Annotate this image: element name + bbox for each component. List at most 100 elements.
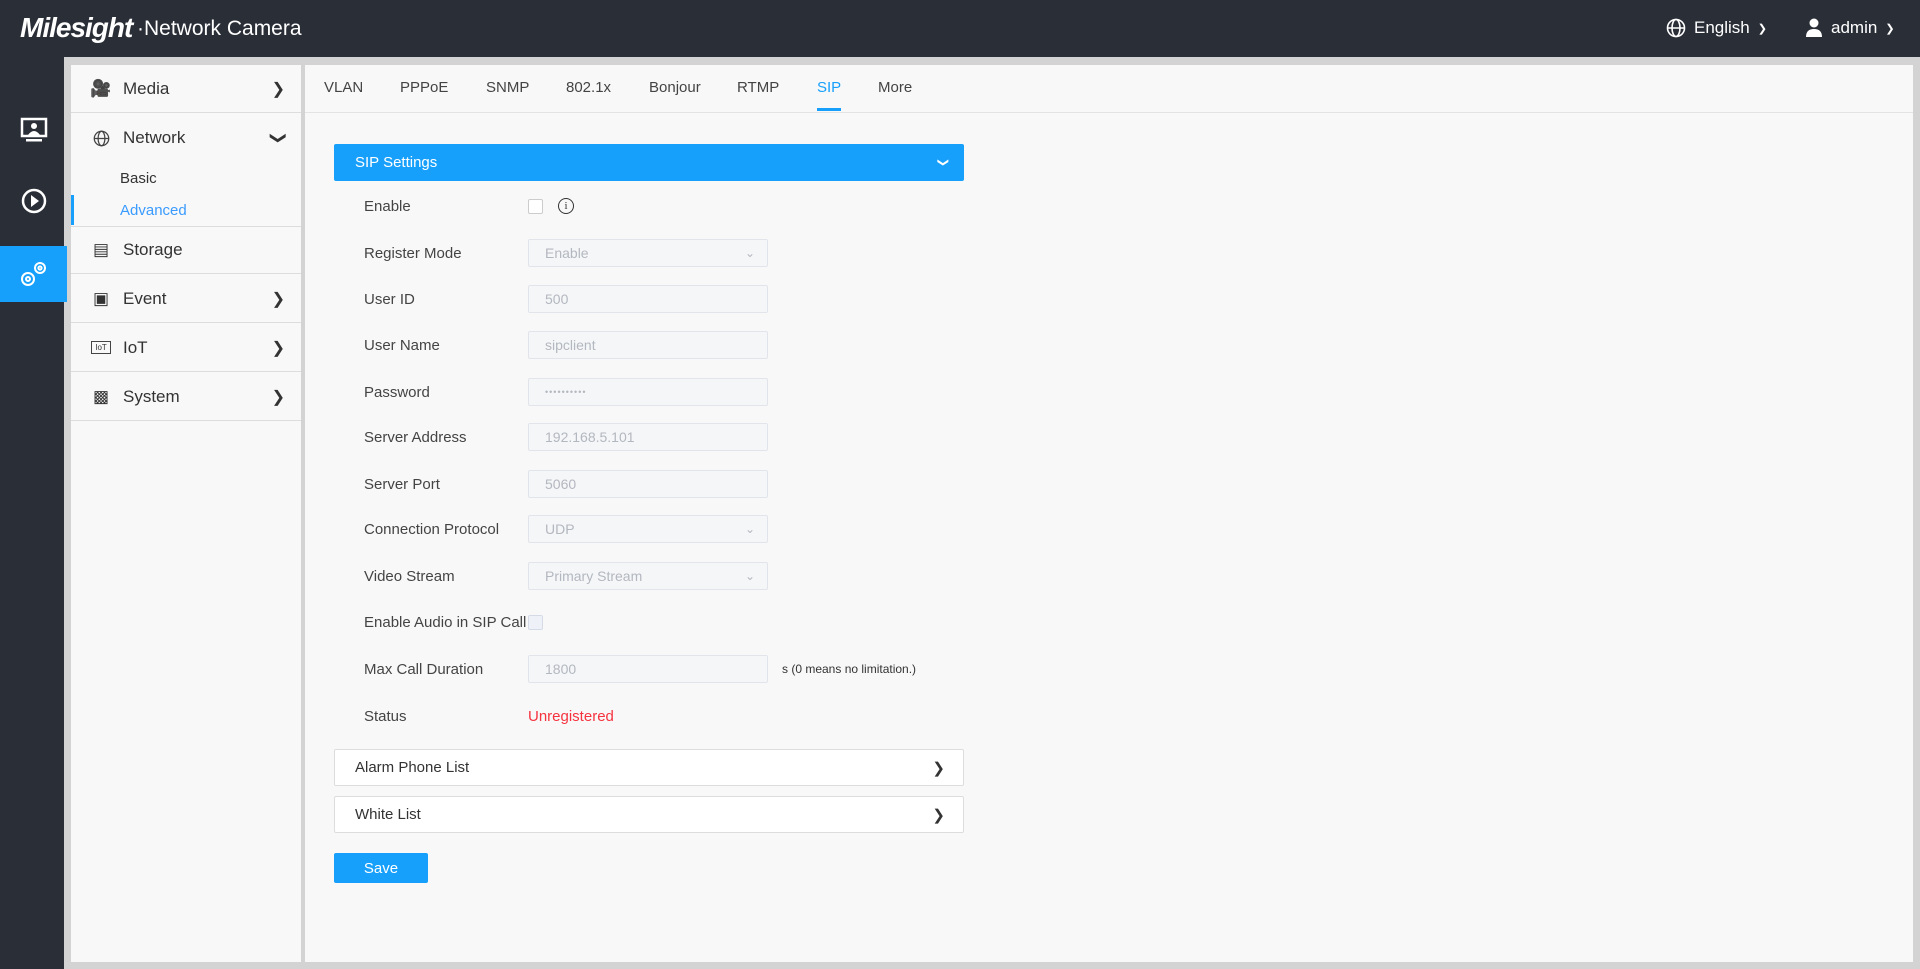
language-menu[interactable]: English ❯ xyxy=(1666,18,1767,38)
chevron-right-icon: ❯ xyxy=(271,80,285,98)
server-address-row: Server Address 192.168.5.101 xyxy=(364,423,1164,451)
main-content: VLAN PPPoE SNMP 802.1x Bonjour RTMP SIP … xyxy=(305,65,1913,962)
sip-settings-header[interactable]: SIP Settings ❯ xyxy=(334,144,964,181)
save-button[interactable]: Save xyxy=(334,853,428,883)
tab-bonjour[interactable]: Bonjour xyxy=(649,79,701,108)
field-label: User Name xyxy=(364,336,440,354)
live-view-icon xyxy=(20,117,47,142)
chevron-down-icon: ❯ xyxy=(1885,22,1895,35)
sidebar-item-iot[interactable]: IoT IoT ❯ xyxy=(71,324,301,372)
user-id-row: User ID 500 xyxy=(364,285,1164,313)
enable-checkbox[interactable] xyxy=(528,198,543,214)
sidebar-subitem-basic[interactable]: Basic xyxy=(71,163,301,193)
protocol-row: Connection Protocol UDP ⌄ xyxy=(364,515,1164,543)
tab-rtmp[interactable]: RTMP xyxy=(737,79,779,108)
tab-pppoe[interactable]: PPPoE xyxy=(400,79,448,108)
password-row: Password •••••••••• xyxy=(364,378,1164,406)
sidebar-item-label: IoT xyxy=(123,337,148,357)
storage-icon: ▤ xyxy=(92,240,110,259)
status-row: Status Unregistered xyxy=(364,702,1164,730)
sidebar-item-label: Storage xyxy=(123,240,183,259)
white-list-panel[interactable]: White List ❯ xyxy=(334,796,964,833)
user-id-input[interactable]: 500 xyxy=(528,285,768,313)
tab-bar: VLAN PPPoE SNMP 802.1x Bonjour RTMP SIP … xyxy=(305,65,1913,113)
chevron-down-icon: ❯ xyxy=(936,157,949,168)
playback-button[interactable] xyxy=(0,173,67,229)
server-port-input[interactable]: 5060 xyxy=(528,470,768,498)
field-label: Register Mode xyxy=(364,244,462,262)
tab-8021x[interactable]: 802.1x xyxy=(566,79,611,108)
server-address-input[interactable]: 192.168.5.101 xyxy=(528,423,768,451)
status-value: Unregistered xyxy=(528,707,614,725)
tab-more[interactable]: More xyxy=(878,79,912,108)
server-port-row: Server Port 5060 xyxy=(364,470,1164,498)
max-call-note: s (0 means no limitation.) xyxy=(782,662,917,676)
chevron-down-icon: ❯ xyxy=(269,131,287,145)
protocol-select[interactable]: UDP ⌄ xyxy=(528,515,768,543)
sidebar-item-label: Network xyxy=(123,128,186,147)
sidebar-subitem-advanced[interactable]: Advanced xyxy=(71,195,301,225)
globe-icon xyxy=(1666,18,1686,38)
sidebar-item-event[interactable]: ▣ Event ❯ xyxy=(71,275,301,323)
audio-checkbox[interactable] xyxy=(528,614,543,630)
sidebar-item-label: System xyxy=(123,386,180,406)
tab-snmp[interactable]: SNMP xyxy=(486,79,529,108)
tab-sip[interactable]: SIP xyxy=(817,79,842,111)
enable-row: Enable i xyxy=(364,192,1164,220)
user-menu[interactable]: admin ❯ xyxy=(1805,18,1895,38)
iot-icon: IoT xyxy=(91,341,111,354)
chevron-down-icon: ⌄ xyxy=(744,246,755,260)
chevron-down-icon: ⌄ xyxy=(744,569,755,583)
field-label: Video Stream xyxy=(364,567,455,585)
camera-icon: 🎥 xyxy=(90,78,112,98)
max-call-input[interactable]: 1800 xyxy=(528,655,768,683)
user-name-input[interactable]: sipclient xyxy=(528,331,768,359)
user-name-row: User Name sipclient xyxy=(364,331,1164,359)
system-icon: ▩ xyxy=(92,386,110,406)
alarm-phone-list-panel[interactable]: Alarm Phone List ❯ xyxy=(334,749,964,786)
settings-icon xyxy=(20,262,46,286)
user-icon xyxy=(1806,18,1822,37)
main-nav-rail xyxy=(0,57,67,969)
chevron-right-icon: ❯ xyxy=(271,290,285,308)
field-label: Enable Audio in SIP Call xyxy=(364,613,527,631)
sidebar-item-label: Media xyxy=(123,78,170,98)
register-mode-row: Register Mode Enable ⌄ xyxy=(364,239,1164,267)
sidebar-item-system[interactable]: ▩ System ❯ xyxy=(71,373,301,421)
settings-sidebar: 🎥 Media ❯ Network ❯ Basic Advanced ▤ Storage… xyxy=(71,65,301,962)
event-icon: ▣ xyxy=(92,288,110,308)
chevron-right-icon: ❯ xyxy=(271,339,285,357)
select-value: Primary Stream xyxy=(545,568,643,584)
tab-vlan[interactable]: VLAN xyxy=(324,79,363,108)
field-label: Server Port xyxy=(364,475,440,493)
sidebar-item-network[interactable]: Network ❯ xyxy=(71,114,301,162)
sidebar-item-media[interactable]: 🎥 Media ❯ xyxy=(71,65,301,113)
field-label: Enable xyxy=(364,197,411,215)
field-label: Status xyxy=(364,707,407,725)
video-stream-row: Video Stream Primary Stream ⌄ xyxy=(364,562,1164,590)
field-label: Server Address xyxy=(364,428,467,446)
video-stream-select[interactable]: Primary Stream ⌄ xyxy=(528,562,768,590)
app-title: ·Network Camera xyxy=(137,17,302,40)
max-call-row: Max Call Duration 1800 s (0 means no limit… xyxy=(364,655,1164,683)
field-label: Max Call Duration xyxy=(364,660,484,678)
settings-button[interactable] xyxy=(0,246,67,302)
top-bar: Milesight ·Network Camera English ❯ admi… xyxy=(0,0,1920,57)
info-icon[interactable]: i xyxy=(558,198,574,214)
register-mode-select[interactable]: Enable ⌄ xyxy=(528,239,768,267)
globe-icon xyxy=(91,130,111,147)
user-label: admin xyxy=(1831,18,1878,37)
live-view-button[interactable] xyxy=(0,102,67,158)
section-title: SIP Settings xyxy=(355,154,438,171)
field-label: Password xyxy=(364,383,430,401)
select-value: Enable xyxy=(545,245,589,261)
sidebar-item-label: Event xyxy=(123,288,167,308)
field-label: Connection Protocol xyxy=(364,520,500,538)
sidebar-item-storage[interactable]: ▤ Storage xyxy=(71,226,301,274)
password-input[interactable]: •••••••••• xyxy=(528,378,768,406)
chevron-right-icon: ❯ xyxy=(271,388,285,406)
milesight-logo: Milesight xyxy=(20,12,133,43)
chevron-right-icon: ❯ xyxy=(932,759,945,777)
audio-row: Enable Audio in SIP Call xyxy=(364,608,1164,636)
language-label: English xyxy=(1694,18,1750,37)
